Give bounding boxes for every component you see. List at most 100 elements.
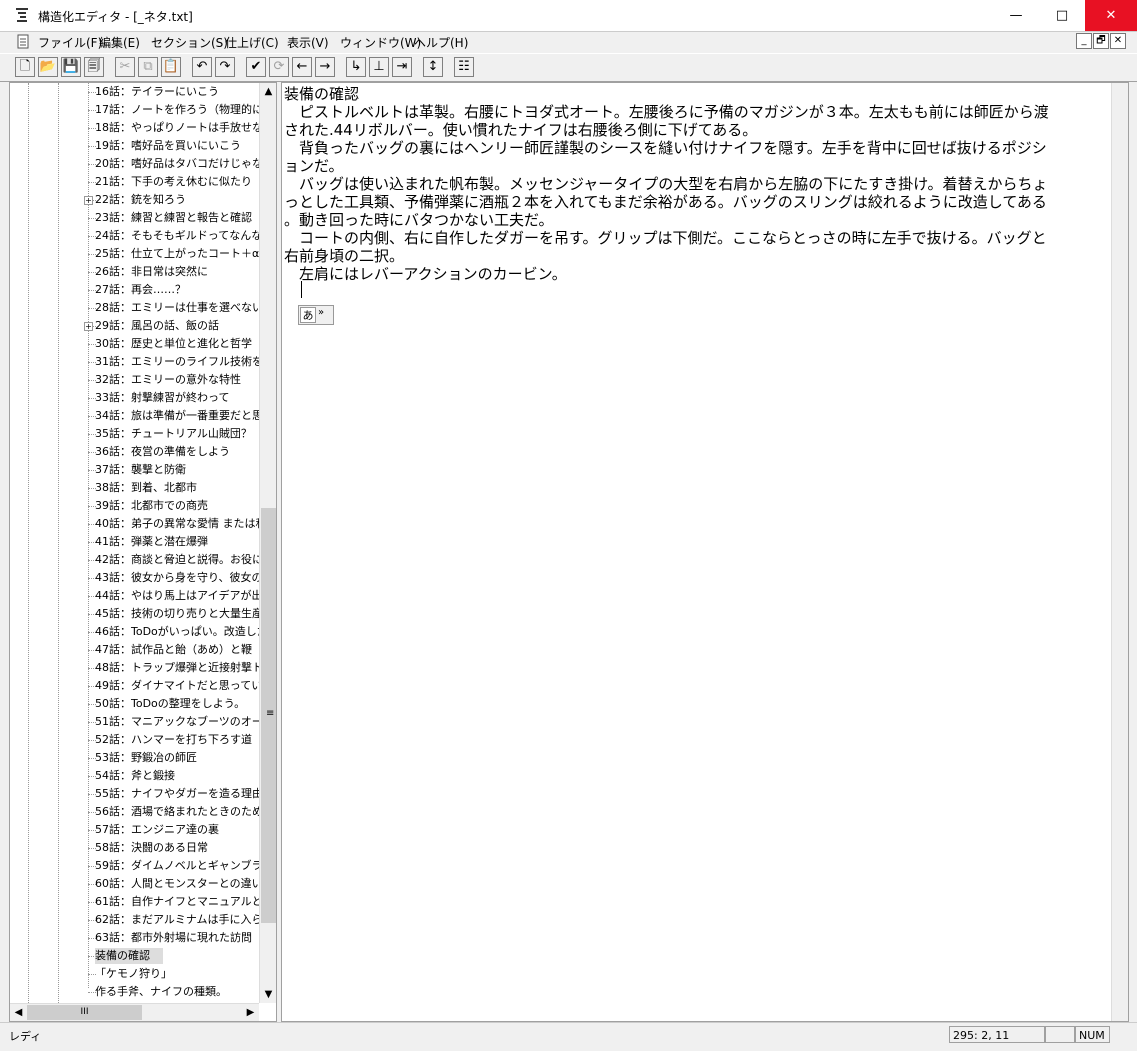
tree-item[interactable]: 44話：やはり馬上はアイデアが出る	[95, 588, 260, 604]
line-spacing-icon[interactable]: ↕	[423, 57, 443, 77]
tree-item[interactable]: 39話：北都市での商売	[95, 498, 260, 514]
tree-vertical-scrollbar[interactable]: ▲ ≡ ▼	[259, 83, 276, 1003]
scroll-thumb[interactable]: ≡	[261, 508, 276, 923]
tree-item[interactable]: 47話：試作品と飴（あめ）と鞭	[95, 642, 260, 658]
tree-item[interactable]: 28話：エミリーは仕事を選べない	[95, 300, 260, 316]
tree-item[interactable]: 38話：到着、北都市	[95, 480, 260, 496]
tree-item[interactable]: 24話：そもそもギルドってなんなんだ	[95, 228, 260, 244]
document-icon[interactable]	[17, 34, 31, 49]
tree-item[interactable]: 22話：銃を知ろう	[95, 192, 260, 208]
tree-item[interactable]: 作る手斧、ナイフの種類。	[95, 984, 260, 1000]
tree-item[interactable]: 52話：ハンマーを打ち下ろす道	[95, 732, 260, 748]
tree-item[interactable]: 37話：襲撃と防衛	[95, 462, 260, 478]
tree-item[interactable]: 「ケモノ狩り」	[95, 966, 260, 982]
outline-view-icon[interactable]: ☷	[454, 57, 474, 77]
editor-vertical-scrollbar[interactable]	[1111, 83, 1128, 1021]
tree-item[interactable]: 58話：決闘のある日常	[95, 840, 260, 856]
copy-icon[interactable]: ⧉	[138, 57, 158, 77]
tree-item[interactable]: 56話：酒場で絡まれたときのため	[95, 804, 260, 820]
tree-item[interactable]: 16話：テイラーにいこう	[95, 84, 260, 100]
tree-item[interactable]: 43話：彼女から身を守り、彼女の	[95, 570, 260, 586]
menu-finish[interactable]: 仕上げ(C)	[225, 34, 279, 51]
tree-item[interactable]: 25話：仕立て上がったコート＋α	[95, 246, 260, 262]
check-icon[interactable]: ✔	[246, 57, 266, 77]
outline-tree[interactable]: 16話：テイラーにいこう 17話：ノートを作ろう（物理的に） 18話：やっぱりノート…	[9, 82, 277, 1022]
insert-after-icon[interactable]: ⇥	[392, 57, 412, 77]
tree-item[interactable]: 19話：嗜好品を買いにいこう	[95, 138, 260, 154]
scroll-down-arrow[interactable]: ▼	[260, 986, 276, 1003]
tree-item[interactable]: 40話：弟子の異常な愛情 または私は	[95, 516, 260, 532]
ime-mode-indicator[interactable]: あ	[300, 307, 316, 323]
ime-toolbar[interactable]: あ »	[298, 305, 334, 325]
tree-item[interactable]: 48話：トラップ爆弾と近接射撃ト	[95, 660, 260, 676]
tree-item[interactable]: 45話：技術の切り売りと大量生産	[95, 606, 260, 622]
tree-item[interactable]: 装備の確認	[95, 948, 163, 964]
tree-item[interactable]: 32話：エミリーの意外な特性	[95, 372, 260, 388]
tree-item[interactable]: 54話：斧と鍛接	[95, 768, 260, 784]
tree-item[interactable]: 50話：ToDoの整理をしよう。	[95, 696, 260, 712]
tree-item[interactable]: 33話：射撃練習が終わって	[95, 390, 260, 406]
tree-item[interactable]: 60話：人間とモンスターとの違いと	[95, 876, 260, 892]
arrow-right-icon[interactable]: →	[315, 57, 335, 77]
undo-icon[interactable]: ↶	[192, 57, 212, 77]
insert-child-icon[interactable]: ⊥	[369, 57, 389, 77]
tree-item[interactable]: 36話：夜営の準備をしよう	[95, 444, 260, 460]
tree-item[interactable]: 41話：弾薬と潜在爆弾	[95, 534, 260, 550]
mdi-close-button[interactable]: ✕	[1110, 33, 1126, 49]
scroll-up-arrow[interactable]: ▲	[260, 83, 276, 100]
paste-icon[interactable]: 📋	[161, 57, 181, 77]
menu-view[interactable]: 表示(V)	[287, 34, 329, 51]
scroll-left-arrow[interactable]: ◀	[10, 1004, 27, 1021]
tree-expand-icon[interactable]: +	[84, 322, 93, 331]
tree-item[interactable]: 17話：ノートを作ろう（物理的に）	[95, 102, 260, 118]
tree-item[interactable]: 18話：やっぱりノートは手放せない	[95, 120, 260, 136]
scroll-right-arrow[interactable]: ▶	[242, 1004, 259, 1021]
tree-item[interactable]: 59話：ダイムノベルとギャンブラーとい	[95, 858, 260, 874]
cut-icon[interactable]: ✂	[115, 57, 135, 77]
tree-item[interactable]: 31話：エミリーのライフル技術をチェック	[95, 354, 260, 370]
tree-item[interactable]: 46話：ToDoがいっぱい。改造したい	[95, 624, 260, 640]
insert-before-icon[interactable]: ↳	[346, 57, 366, 77]
maximize-button[interactable]: □	[1039, 0, 1085, 31]
tree-item[interactable]: 61話：自作ナイフとマニュアルと。	[95, 894, 260, 910]
tree-item[interactable]: 26話：非日常は突然に	[95, 264, 260, 280]
new-file-icon[interactable]: 🗋	[15, 57, 35, 77]
tree-item[interactable]: 29話：風呂の話、飯の話	[95, 318, 260, 334]
redo-icon[interactable]: ↷	[215, 57, 235, 77]
tree-item[interactable]: 62話：まだアルミナムは手に入らない	[95, 912, 260, 928]
menu-section[interactable]: セクション(S)	[151, 34, 228, 51]
tree-item[interactable]: 21話：下手の考え休むに似たり	[95, 174, 260, 190]
tree-item[interactable]: 51話：マニアックなブーツのオーダーと	[95, 714, 260, 730]
mdi-restore-button[interactable]: 🗗	[1093, 33, 1109, 49]
text-line: ョンだ。	[284, 157, 344, 175]
menu-window[interactable]: ウィンドウ(W)	[340, 34, 421, 51]
refresh-icon[interactable]: ⟳	[269, 57, 289, 77]
tree-item[interactable]: 42話：商談と脅迫と説得。お役に	[95, 552, 260, 568]
close-button[interactable]: ✕	[1085, 0, 1137, 31]
tree-item[interactable]: 57話：エンジニア達の裏	[95, 822, 260, 838]
tree-item[interactable]: 55話：ナイフやダガーを造る理由	[95, 786, 260, 802]
save-all-icon[interactable]: 🗐	[84, 57, 104, 77]
menu-help[interactable]: ヘルプ(H)	[414, 34, 468, 51]
scroll-thumb-horizontal[interactable]: III	[27, 1005, 142, 1020]
tree-item[interactable]: 35話：チュートリアル山賊団？	[95, 426, 260, 442]
open-folder-icon[interactable]: 📂	[38, 57, 58, 77]
arrow-left-icon[interactable]: ←	[292, 57, 312, 77]
tree-item[interactable]: 23話：練習と練習と報告と確認	[95, 210, 260, 226]
ime-more-icon[interactable]: »	[318, 307, 324, 318]
tree-item[interactable]: 20話：嗜好品はタバコだけじゃない	[95, 156, 260, 172]
tree-item[interactable]: 27話：再会……？	[95, 282, 260, 298]
menu-file[interactable]: ファイル(F)	[38, 34, 102, 51]
text-editor[interactable]: 装備の確認 ピストルベルトは革製。右腰にトヨダ式オート。左腰後ろに予備のマガジン…	[281, 82, 1129, 1022]
tree-item[interactable]: 49話：ダイナマイトだと思っていた物	[95, 678, 260, 694]
tree-item[interactable]: 30話：歴史と単位と進化と哲学	[95, 336, 260, 352]
tree-item[interactable]: 63話：都市外射場に現れた訪問	[95, 930, 260, 946]
mdi-minimize-button[interactable]: _	[1076, 33, 1092, 49]
tree-item[interactable]: 34話：旅は準備が一番重要だと思う	[95, 408, 260, 424]
minimize-button[interactable]: —	[993, 0, 1039, 31]
menu-edit[interactable]: 編集(E)	[99, 34, 140, 51]
tree-horizontal-scrollbar[interactable]: ◀ III ▶	[10, 1003, 259, 1021]
tree-item[interactable]: 53話：野鍛冶の師匠	[95, 750, 260, 766]
save-icon[interactable]: 💾	[61, 57, 81, 77]
tree-expand-icon[interactable]: +	[84, 196, 93, 205]
